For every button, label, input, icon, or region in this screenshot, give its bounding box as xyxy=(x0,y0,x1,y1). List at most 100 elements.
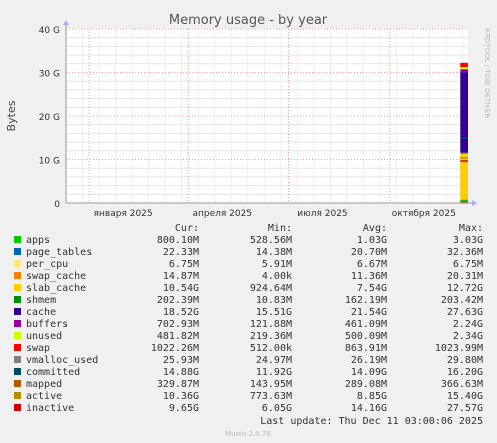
legend-swatch-mapped xyxy=(14,380,21,387)
legend-cur-committed: 14.88G xyxy=(163,367,199,378)
area-shmem xyxy=(460,152,468,154)
legend-swatch-vmalloc_used xyxy=(14,356,21,363)
legend-min-cache: 15.51G xyxy=(256,307,292,318)
legend-cur-swap: 1022.26M xyxy=(151,343,199,354)
legend-swatch-slab_cache xyxy=(14,284,21,291)
legend-max-vmalloc_used: 29.80M xyxy=(447,355,483,366)
rrdtool-watermark: RRDTOOL / TOBI OETIKER xyxy=(483,28,491,118)
legend-min-shmem: 10.83M xyxy=(256,295,292,306)
x-tick-label: июля 2025 xyxy=(297,209,347,219)
legend-name-cache: cache xyxy=(26,307,56,318)
legend-avg-cache: 21.54G xyxy=(351,307,387,318)
legend-cur-vmalloc_used: 25.93M xyxy=(163,355,199,366)
legend-cur-per_cpu: 6.75M xyxy=(169,259,199,270)
legend-cur-slab_cache: 10.54G xyxy=(163,283,199,294)
legend-cur-swap_cache: 14.87M xyxy=(163,271,199,282)
legend-header-cur: Cur: xyxy=(175,223,199,234)
legend-name-slab_cache: slab_cache xyxy=(26,283,86,294)
legend-avg-inactive: 14.16G xyxy=(351,403,387,414)
legend-avg-page_tables: 20.70M xyxy=(351,247,387,258)
legend-avg-buffers: 461.09M xyxy=(345,319,387,330)
legend-max-per_cpu: 6.75M xyxy=(453,259,483,270)
legend-name-page_tables: page_tables xyxy=(26,247,92,258)
y-axis-label: Bytes xyxy=(5,100,18,131)
legend-min-apps: 528.56M xyxy=(250,235,292,246)
legend-avg-swap_cache: 11.36M xyxy=(351,271,387,282)
legend-max-cache: 27.63G xyxy=(447,307,483,318)
legend-avg-unused: 500.09M xyxy=(345,331,387,342)
legend-cur-mapped: 329.87M xyxy=(157,379,199,390)
legend-min-swap_cache: 4.00k xyxy=(262,271,292,282)
legend-min-swap: 512.00k xyxy=(250,343,292,354)
legend-name-per_cpu: per_cpu xyxy=(26,259,68,270)
legend-max-slab_cache: 12.72G xyxy=(447,283,483,294)
legend-swatch-buffers xyxy=(14,320,21,327)
legend-max-swap_cache: 20.31M xyxy=(447,271,483,282)
legend-min-buffers: 121.88M xyxy=(250,319,292,330)
area-buffers xyxy=(460,69,468,73)
legend-swatch-swap_cache xyxy=(14,272,21,279)
legend-max-apps: 3.03G xyxy=(453,235,483,246)
legend-swatch-cache xyxy=(14,308,21,315)
legend-swatch-page_tables xyxy=(14,248,21,255)
series-areas xyxy=(460,62,468,204)
legend-name-swap_cache: swap_cache xyxy=(26,271,86,282)
legend-max-shmem: 203.42M xyxy=(441,295,483,306)
legend-swatch-per_cpu xyxy=(14,260,21,267)
legend-header-min: Min: xyxy=(268,223,292,234)
legend-min-slab_cache: 924.64M xyxy=(250,283,292,294)
legend-name-mapped: mapped xyxy=(26,379,62,390)
legend-swatch-shmem xyxy=(14,296,21,303)
legend-header-avg: Avg: xyxy=(363,223,387,234)
legend-avg-apps: 1.03G xyxy=(357,235,387,246)
area-swap xyxy=(460,62,468,68)
legend-cur-page_tables: 22.33M xyxy=(163,247,199,258)
legend-swatch-apps xyxy=(14,236,21,243)
legend-name-committed: committed xyxy=(26,367,80,378)
chart-title: Memory usage - by year xyxy=(169,13,328,28)
legend-min-mapped: 143.95M xyxy=(250,379,292,390)
legend-name-swap: swap xyxy=(26,343,50,354)
legend-max-committed: 16.20G xyxy=(447,367,483,378)
legend-cur-active: 10.36G xyxy=(163,391,199,402)
legend-min-vmalloc_used: 24.97M xyxy=(256,355,292,366)
legend-name-shmem: shmem xyxy=(26,295,56,306)
y-tick-label: 40 G xyxy=(39,26,60,36)
legend-min-inactive: 6.05G xyxy=(262,403,292,414)
legend-avg-slab_cache: 7.54G xyxy=(357,283,387,294)
y-tick-label: 10 G xyxy=(39,157,60,167)
legend-name-unused: unused xyxy=(26,331,62,342)
legend-min-committed: 11.92G xyxy=(256,367,292,378)
legend-max-active: 15.40G xyxy=(447,391,483,402)
legend-min-per_cpu: 5.91M xyxy=(262,259,292,270)
legend-min-page_tables: 14.38M xyxy=(256,247,292,258)
legend-avg-mapped: 289.08M xyxy=(345,379,387,390)
legend-name-apps: apps xyxy=(26,235,50,246)
legend-cur-buffers: 702.93M xyxy=(157,319,199,330)
legend-name-active: active xyxy=(26,391,62,402)
legend-cur-shmem: 202.39M xyxy=(157,295,199,306)
legend-swatch-inactive xyxy=(14,404,21,411)
legend-swatch-unused xyxy=(14,332,21,339)
legend-cur-apps: 800.10M xyxy=(157,235,199,246)
area-cache xyxy=(460,72,468,153)
legend-avg-vmalloc_used: 26.19M xyxy=(351,355,387,366)
memory-usage-chart: Memory usage - by year Bytes RRDTOOL / T… xyxy=(0,0,497,443)
legend-max-mapped: 366.63M xyxy=(441,379,483,390)
legend-min-unused: 219.36M xyxy=(250,331,292,342)
legend-cur-cache: 18.52G xyxy=(163,307,199,318)
legend-swatch-swap xyxy=(14,344,21,351)
munin-version-footer: Munin 2.0.76 xyxy=(225,430,271,438)
legend-swatch-active xyxy=(14,392,21,399)
legend-max-buffers: 2.24G xyxy=(453,319,483,330)
area-unused xyxy=(460,67,468,70)
x-tick-label: января 2025 xyxy=(94,209,153,219)
legend-avg-shmem: 162.19M xyxy=(345,295,387,306)
y-tick-label: 30 G xyxy=(39,70,60,80)
y-tick-label: 0 xyxy=(54,200,60,210)
last-update-text: Last update: Thu Dec 11 03:00:06 2025 xyxy=(260,416,483,427)
x-tick-label: апреля 2025 xyxy=(192,209,252,219)
legend-avg-per_cpu: 6.67M xyxy=(357,259,387,270)
legend-avg-committed: 14.09G xyxy=(351,367,387,378)
legend-max-inactive: 27.57G xyxy=(447,403,483,414)
